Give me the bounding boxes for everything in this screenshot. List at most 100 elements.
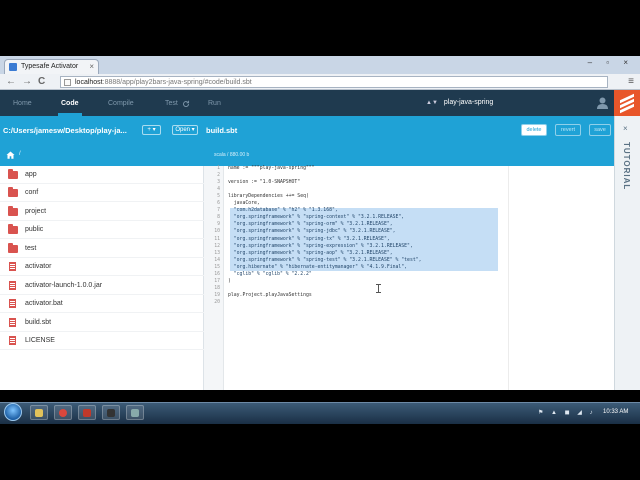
code-line[interactable]: name := """play-java-spring""" — [228, 166, 315, 171]
tutorial-tab[interactable]: TUTORIAL — [622, 142, 631, 190]
code-line[interactable]: "org.hibernate" % "hibernate-entitymanag… — [228, 265, 407, 270]
delete-button[interactable]: delete — [521, 124, 547, 136]
code-line[interactable]: "org.springframework" % "spring-context"… — [228, 215, 404, 220]
line-number: 16 — [214, 271, 220, 277]
updown-arrows-icon: ▲▼ — [426, 100, 438, 106]
start-button[interactable] — [4, 403, 22, 421]
terminal-taskbar-icon[interactable] — [102, 405, 120, 420]
folder-icon — [8, 224, 18, 234]
current-file-name: build.sbt — [206, 126, 238, 135]
add-file-button[interactable]: + ▾ — [142, 125, 161, 135]
file-item-build-sbt[interactable]: build.sbt — [0, 314, 204, 332]
folder-icon — [8, 206, 18, 216]
code-line[interactable]: "cglib" % "cglib" % "2.2.2" — [228, 272, 312, 277]
code-line[interactable]: "org.springframework" % "spring-orm" % "… — [228, 222, 393, 227]
file-icon — [9, 318, 16, 327]
home-icon[interactable] — [6, 151, 15, 159]
line-number: 15 — [214, 264, 220, 270]
reload-icon[interactable]: C — [38, 76, 45, 88]
file-item-label: conf — [25, 189, 39, 196]
file-item-label: activator — [25, 263, 52, 270]
folder-item-public[interactable]: public — [0, 221, 204, 239]
user-icon[interactable] — [596, 96, 609, 109]
project-path: C:/Users/jamesw/Desktop/play-ja... — [3, 126, 127, 135]
forward-arrow-icon[interactable]: → — [22, 76, 32, 88]
file-icon — [9, 336, 16, 345]
line-number: 13 — [214, 250, 220, 256]
file-icon — [9, 262, 16, 271]
line-number: 17 — [214, 278, 220, 284]
file-info: scala / 880.00 b — [214, 152, 250, 158]
browser-menu-icon[interactable]: ≡ — [628, 76, 634, 87]
tab-close-icon[interactable]: × — [89, 62, 94, 71]
nav-home[interactable]: Home — [13, 100, 32, 107]
line-number: 18 — [214, 285, 220, 291]
window-controls[interactable]: – ▫ × — [588, 58, 634, 67]
line-number: 14 — [214, 257, 220, 263]
code-line[interactable]: play.Project.playJavaSettings — [228, 293, 312, 298]
folder-icon — [8, 169, 18, 179]
code-line[interactable]: "org.springframework" % "spring-expressi… — [228, 244, 413, 249]
text-cursor-icon — [376, 284, 381, 293]
nav-run[interactable]: Run — [208, 100, 221, 107]
line-number: 20 — [214, 299, 220, 305]
code-line[interactable]: "com.h2database" % "h2" % "1.3.168", — [228, 208, 338, 213]
file-item-label: test — [25, 245, 37, 252]
settings-taskbar-icon[interactable] — [126, 405, 144, 420]
file-item-label: build.sbt — [25, 319, 52, 326]
address-bar[interactable]: localhost:8888/app/play2bars-java-spring… — [60, 76, 608, 88]
folder-item-project[interactable]: project — [0, 203, 204, 221]
screen: Typesafe Activator × – ▫ × ← → C localho… — [0, 0, 640, 480]
folder-item-conf[interactable]: conf — [0, 184, 204, 202]
project-name: play-java-spring — [443, 99, 494, 106]
app-header — [0, 90, 640, 116]
file-icon — [9, 281, 16, 290]
code-line[interactable]: ) — [228, 279, 231, 284]
app-taskbar-icon[interactable] — [78, 405, 96, 420]
file-item-activator-bat[interactable]: activator.bat — [0, 295, 204, 313]
line-number: 3 — [217, 180, 220, 186]
system-tray[interactable]: ⚑ ▲ ◼ ◢ ♪ — [538, 409, 596, 416]
folder-item-test[interactable]: test — [0, 240, 204, 258]
code-line[interactable]: libraryDependencies ++= Seq( — [228, 194, 309, 199]
code-line[interactable]: "org.springframework" % "spring-aop" % "… — [228, 251, 393, 256]
file-item-activator[interactable]: activator — [0, 258, 204, 276]
url-host: localhost — [75, 79, 103, 86]
chrome-taskbar-icon[interactable] — [54, 405, 72, 420]
breadcrumb[interactable]: / — [19, 151, 21, 157]
back-arrow-icon[interactable]: ← — [6, 76, 16, 88]
refresh-icon — [183, 100, 190, 107]
open-button[interactable]: Open ▾ — [172, 125, 198, 135]
line-number: 8 — [217, 215, 220, 221]
file-item-label: project — [25, 208, 47, 215]
nav-test[interactable]: Test — [165, 100, 178, 107]
line-number: 12 — [214, 243, 220, 249]
print-margin — [508, 166, 509, 390]
nav-compile[interactable]: Compile — [108, 100, 134, 107]
code-line[interactable]: version := "1.0-SNAPSHOT" — [228, 180, 300, 185]
code-line[interactable]: "org.springframework" % "spring-jdbc" % … — [228, 229, 396, 234]
save-button[interactable]: save — [589, 124, 611, 136]
revert-button[interactable]: revert — [555, 124, 581, 136]
file-item-label: app — [25, 171, 37, 178]
editor-header — [204, 144, 614, 166]
project-selector[interactable]: ▲▼ play-java-spring — [426, 99, 493, 106]
code-line[interactable]: "org.springframework" % "spring-test" % … — [228, 258, 422, 263]
tutorial-close-icon[interactable]: × — [623, 124, 628, 133]
file-item-license[interactable]: LICENSE — [0, 332, 204, 350]
nav-code[interactable]: Code — [61, 100, 79, 107]
browser-tab-title: Typesafe Activator — [21, 63, 79, 70]
folder-item-app[interactable]: app — [0, 166, 204, 184]
typesafe-logo-icon — [614, 90, 640, 116]
line-number: 7 — [217, 208, 220, 214]
file-browser-header — [0, 144, 204, 166]
file-item-activator-launch-jar[interactable]: activator-launch-1.0.0.jar — [0, 277, 204, 295]
line-number: 9 — [217, 222, 220, 228]
browser-tab[interactable]: Typesafe Activator × — [4, 59, 99, 74]
line-number: 1 — [217, 166, 220, 171]
code-line[interactable]: "org.springframework" % "spring-tx" % "3… — [228, 237, 390, 242]
explorer-taskbar-icon[interactable] — [30, 405, 48, 420]
line-number: 19 — [214, 292, 220, 298]
line-number: 5 — [217, 194, 220, 200]
code-line[interactable]: javaCore, — [228, 201, 260, 206]
